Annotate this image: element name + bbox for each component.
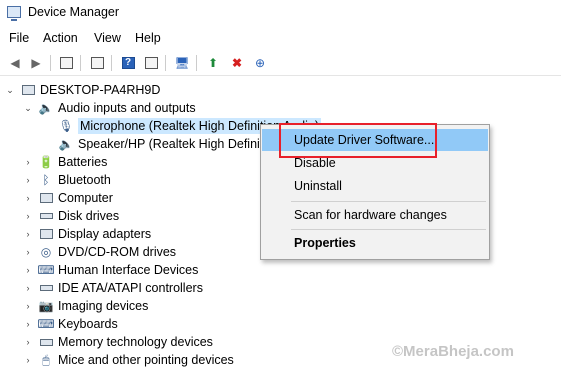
expand-chevron-icon: ›	[26, 283, 30, 293]
help-icon[interactable]: ?	[119, 54, 137, 72]
menu-divider	[291, 229, 486, 230]
expand-chevron-icon: ›	[26, 355, 30, 365]
hid-icon: ⌨	[37, 263, 55, 277]
expand-chevron-icon: ›	[26, 301, 30, 311]
show-hide-tree-icon[interactable]	[88, 54, 106, 72]
menu-file[interactable]: File	[9, 31, 29, 45]
menu-help[interactable]: Help	[135, 31, 161, 45]
properties-grid-icon[interactable]	[57, 54, 75, 72]
expand-chevron-icon: ›	[26, 175, 30, 185]
mouse-icon: 🖱	[42, 352, 50, 367]
device-manager-icon	[7, 6, 21, 21]
computer-icon	[38, 191, 54, 205]
expand-chevron-icon: ›	[26, 337, 30, 347]
bluetooth-icon: ᛒ	[42, 173, 50, 187]
tree-item-imaging[interactable]: › 📷 Imaging devices	[22, 297, 149, 315]
dvd-drive-icon: ◎	[40, 245, 52, 259]
tree-root[interactable]: ⌄ DESKTOP-PA4RH9D	[4, 81, 160, 99]
toolbar: ◀ ▶ ? 🖥 ⬆ ✖ ⊕	[0, 50, 561, 76]
collapse-chevron-icon[interactable]: ⌄	[22, 103, 34, 114]
menu-bar: File Action View Help	[0, 28, 561, 48]
view-icon[interactable]	[142, 54, 160, 72]
title-bar: Device Manager	[0, 0, 561, 26]
tree-root-label: DESKTOP-PA4RH9D	[40, 83, 161, 97]
expand-chevron-icon: ›	[26, 211, 30, 221]
tree-item-computer[interactable]: › Computer	[22, 189, 113, 207]
update-driver-icon[interactable]: ⬆	[204, 54, 222, 72]
back-arrow-icon[interactable]: ◀	[6, 54, 24, 72]
tree-item-batteries[interactable]: › 🔋 Batteries	[22, 153, 108, 171]
menu-action[interactable]: Action	[43, 31, 78, 45]
tree-item-speaker[interactable]: 🔈 Speaker/HP (Realtek High Definiti	[42, 135, 267, 153]
window-title: Device Manager	[28, 5, 120, 19]
expand-chevron-icon: ›	[26, 193, 30, 203]
tree-item-display-adapters[interactable]: › Display adapters	[22, 225, 152, 243]
menu-view[interactable]: View	[94, 31, 121, 45]
display-adapter-icon	[38, 227, 54, 241]
uninstall-device-icon[interactable]: ✖	[228, 54, 246, 72]
add-hardware-icon[interactable]: ⊕	[251, 54, 269, 72]
computer-icon	[20, 83, 36, 97]
battery-icon: 🔋	[38, 155, 54, 169]
microphone-icon: 🎙	[58, 119, 74, 133]
speaker-icon: 🔈	[38, 101, 54, 115]
ctx-properties[interactable]: Properties	[262, 232, 488, 254]
tree-item-mice[interactable]: › 🖱 Mice and other pointing devices	[22, 351, 234, 369]
collapse-chevron-icon[interactable]: ⌄	[4, 85, 16, 96]
watermark: ©MeraBheja.com	[392, 343, 514, 360]
memory-icon	[38, 335, 54, 349]
tree-item-ide[interactable]: › IDE ATA/ATAPI controllers	[22, 279, 203, 297]
computer-scan-icon[interactable]: 🖥	[173, 54, 191, 72]
tree-item-keyboards[interactable]: › ⌨ Keyboards	[22, 315, 118, 333]
tree-item-disk-drives[interactable]: › Disk drives	[22, 207, 120, 225]
expand-chevron-icon: ›	[26, 265, 30, 275]
disk-drive-icon	[38, 209, 54, 223]
expand-chevron-icon: ›	[26, 319, 30, 329]
highlight-annotation-box	[279, 123, 437, 158]
keyboard-icon: ⌨	[37, 317, 55, 331]
tree-item-memory[interactable]: › Memory technology devices	[22, 333, 213, 351]
ide-controller-icon	[38, 281, 54, 295]
menu-divider	[291, 201, 486, 202]
tree-item-audio[interactable]: ⌄ 🔈 Audio inputs and outputs	[22, 99, 195, 117]
tree-item-dvd-drives[interactable]: › ◎ DVD/CD-ROM drives	[22, 243, 177, 261]
speaker-icon: 🔈	[58, 137, 74, 151]
tree-item-hid[interactable]: › ⌨ Human Interface Devices	[22, 261, 199, 279]
tree-item-bluetooth[interactable]: › ᛒ Bluetooth	[22, 171, 111, 189]
ctx-scan-hardware[interactable]: Scan for hardware changes	[262, 204, 488, 226]
expand-chevron-icon: ›	[26, 229, 30, 239]
expand-chevron-icon: ›	[26, 247, 30, 257]
forward-arrow-icon[interactable]: ▶	[27, 54, 45, 72]
camera-icon: 📷	[38, 299, 54, 313]
ctx-uninstall[interactable]: Uninstall	[262, 175, 488, 197]
expand-chevron-icon: ›	[26, 157, 30, 167]
